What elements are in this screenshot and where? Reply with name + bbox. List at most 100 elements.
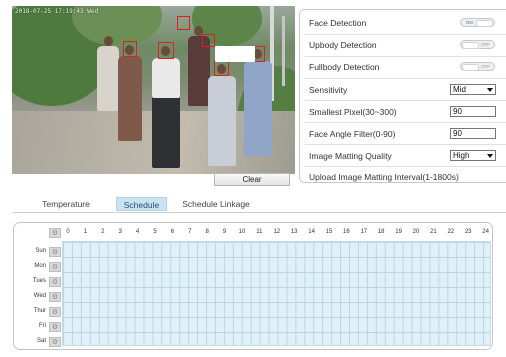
clear-button[interactable]: Clear <box>214 173 290 186</box>
hour-label: 19 <box>395 229 402 235</box>
hour-label: 20 <box>412 229 420 235</box>
hour-label: 18 <box>377 229 385 235</box>
toggle-state: OFF <box>481 64 490 69</box>
gear-icon: ⚙ <box>51 278 59 286</box>
face-detection-box <box>123 41 137 57</box>
hour-label: 22 <box>447 229 455 235</box>
gear-icon: ⚙ <box>51 230 59 237</box>
person <box>208 76 236 166</box>
tab-temperature[interactable]: Temperature <box>26 197 106 211</box>
gear-icon: ⚙ <box>51 293 59 301</box>
hour-label: 3 <box>118 229 122 235</box>
divider <box>305 78 506 79</box>
smallest-pixel-input[interactable]: 90 <box>450 106 496 117</box>
upbody-detection-label: Upbody Detection <box>309 40 377 50</box>
day-label: Fri <box>39 323 46 329</box>
hour-label: 12 <box>273 229 281 235</box>
tab-schedule[interactable]: Schedule <box>116 197 167 211</box>
tab-schedule-linkage[interactable]: Schedule Linkage <box>172 197 260 211</box>
video-preview[interactable]: 2018-07-25 17:19:43 Wed <box>12 6 295 174</box>
face-detection-box <box>202 34 215 47</box>
day-select-button[interactable]: ⚙ <box>49 262 61 272</box>
person <box>152 58 180 98</box>
hour-label: 9 <box>222 229 227 235</box>
hour-label: 6 <box>170 229 175 235</box>
hour-label: 21 <box>430 229 437 235</box>
chevron-down-icon <box>487 154 493 158</box>
matting-quality-select[interactable]: High <box>450 150 496 161</box>
hour-label: 4 <box>135 229 140 235</box>
day-select-button[interactable]: ⚙ <box>49 292 61 302</box>
hour-label: 8 <box>205 229 209 235</box>
divider <box>305 34 506 35</box>
toggle-state: OFF <box>481 42 490 47</box>
day-label: Thur <box>33 308 46 314</box>
face-angle-label: Face Angle Filter(0-90) <box>309 129 396 139</box>
face-angle-input[interactable]: 90 <box>450 128 496 139</box>
upload-interval-label: Upload Image Matting Interval(1-1800s) <box>309 172 459 182</box>
hour-label: 10 <box>238 229 246 235</box>
hour-label: 24 <box>482 229 489 235</box>
day-select-button[interactable]: ⚙ <box>49 277 61 287</box>
hour-label: 7 <box>188 229 192 235</box>
sensitivity-select[interactable]: Mid <box>450 84 496 95</box>
hour-label: 23 <box>464 229 472 235</box>
face-detection-label: Face Detection <box>309 18 367 28</box>
fullbody-detection-label: Fullbody Detection <box>309 62 380 72</box>
day-select-button[interactable]: ⚙ <box>49 322 61 332</box>
fullbody-detection-toggle[interactable]: OFF <box>460 62 495 71</box>
detection-region <box>215 46 255 62</box>
person <box>118 56 142 141</box>
hour-label: 15 <box>325 229 333 235</box>
day-label: Sat <box>36 338 46 344</box>
street-pole <box>282 16 285 86</box>
divider <box>305 56 506 57</box>
face-detection-toggle[interactable]: ON <box>460 18 495 27</box>
divider <box>305 144 506 145</box>
divider <box>305 100 506 101</box>
day-select-button[interactable]: ⚙ <box>49 247 61 257</box>
gear-icon: ⚙ <box>51 323 59 331</box>
day-label: Wed <box>33 293 46 299</box>
gear-icon: ⚙ <box>51 308 59 316</box>
person-head <box>104 36 113 46</box>
day-select-button[interactable]: ⚙ <box>49 307 61 317</box>
video-timestamp: 2018-07-25 17:19:43 Wed <box>15 8 99 15</box>
smallest-pixel-label: Smallest Pixel(30~300) <box>309 107 397 117</box>
matting-quality-label: Image Matting Quality <box>309 151 392 161</box>
gear-icon: ⚙ <box>51 263 59 271</box>
tabs-underline <box>12 212 506 213</box>
day-label: Mon <box>34 263 46 269</box>
toggle-state: ON <box>466 20 473 25</box>
hour-label: 13 <box>290 229 298 235</box>
matting-quality-value: High <box>453 151 470 160</box>
day-label: Tues <box>32 278 46 284</box>
sensitivity-value: Mid <box>453 85 466 94</box>
chevron-down-icon <box>487 88 493 92</box>
divider <box>305 122 506 123</box>
toggle-knob <box>462 42 479 49</box>
hour-label: 0 <box>66 229 70 235</box>
sensitivity-label: Sensitivity <box>309 85 348 95</box>
hour-label: 1 <box>83 229 88 235</box>
face-detection-box <box>214 60 229 76</box>
gear-icon: ⚙ <box>51 338 59 346</box>
hour-label: 17 <box>360 229 368 235</box>
toggle-knob <box>462 64 479 71</box>
person <box>97 46 119 111</box>
hour-label: 5 <box>153 229 157 235</box>
schedule-grid[interactable] <box>62 241 491 346</box>
gear-icon: ⚙ <box>51 248 59 256</box>
hour-label: 14 <box>308 229 315 235</box>
hour-label: 2 <box>101 229 105 235</box>
upbody-detection-toggle[interactable]: OFF <box>460 40 495 49</box>
divider <box>305 166 506 167</box>
toggle-knob <box>476 20 493 27</box>
person <box>244 61 272 156</box>
day-select-button[interactable]: ⚙ <box>49 337 61 347</box>
hour-label: 11 <box>256 229 263 235</box>
hour-label: 16 <box>343 229 350 235</box>
day-label: Sun <box>35 248 46 254</box>
select-all-button[interactable]: ⚙ <box>49 228 61 238</box>
face-detection-box <box>177 16 190 30</box>
